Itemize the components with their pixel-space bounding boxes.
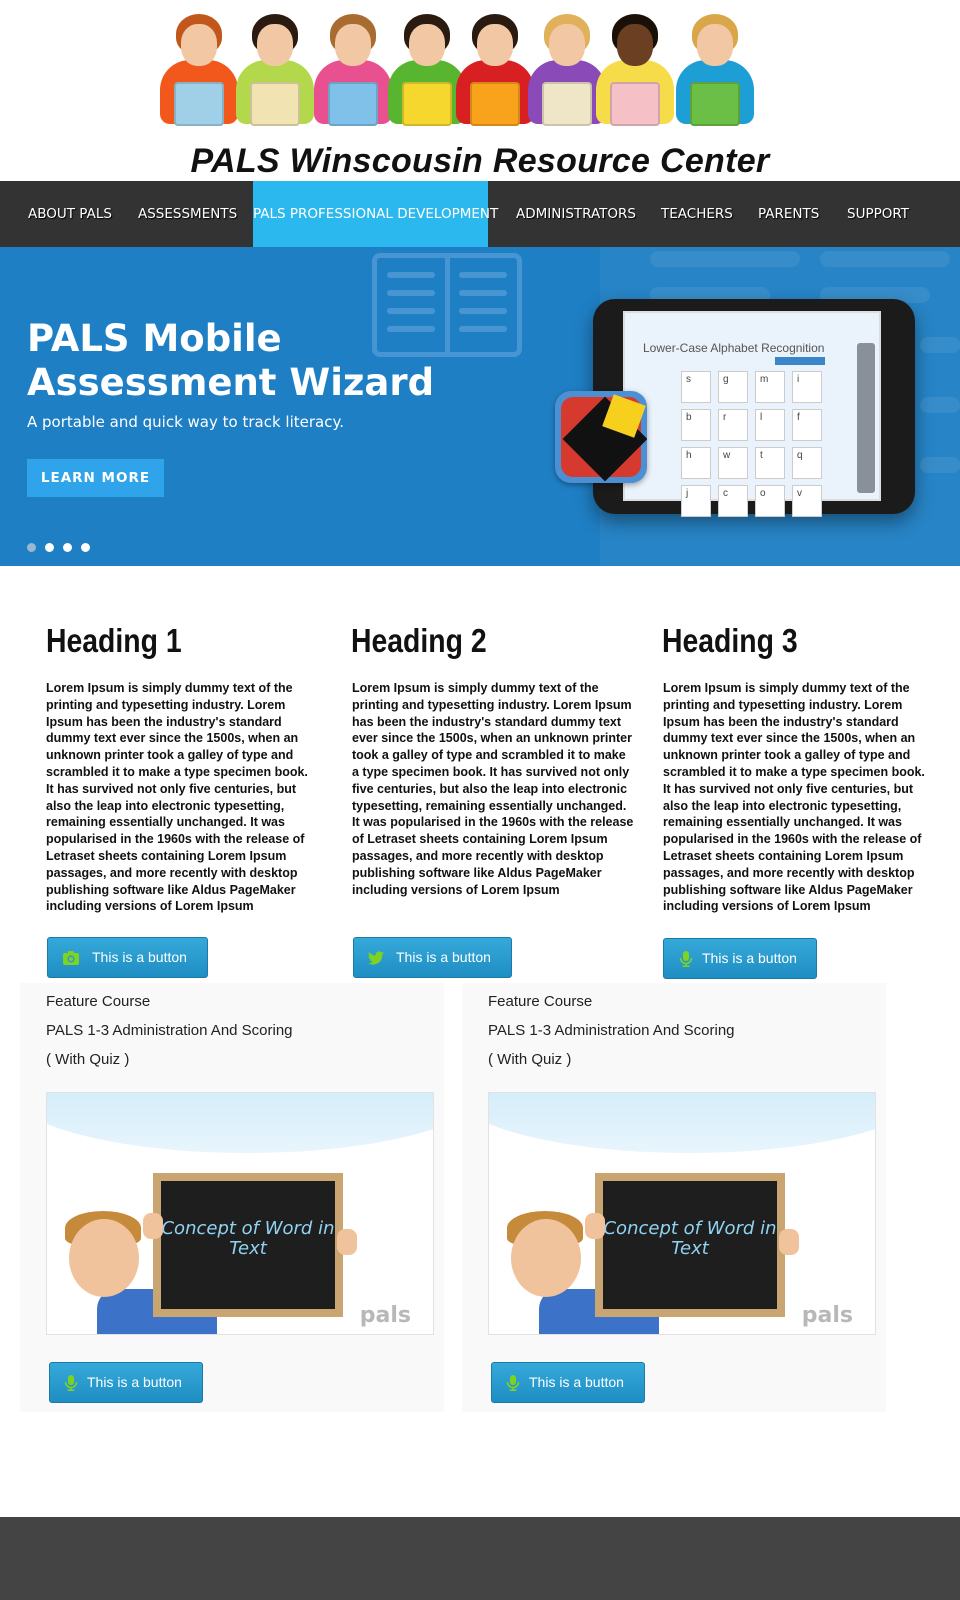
- button-label: This is a button: [529, 1374, 624, 1390]
- letter-cell[interactable]: h: [681, 447, 711, 479]
- letter-cell[interactable]: w: [718, 447, 748, 479]
- slide-dot-3[interactable]: [63, 543, 72, 552]
- column-body-2: Lorem Ipsum is simply dummy text of the …: [352, 681, 634, 897]
- letter-cell[interactable]: l: [755, 409, 785, 441]
- letter-cell[interactable]: i: [792, 371, 822, 403]
- site-title: PALS Winscousin Resource Center: [190, 142, 770, 180]
- feature-course-title[interactable]: PALS 1-3 Administration And Scoring: [488, 1022, 735, 1039]
- hero-title: PALS Mobile Assessment Wizard: [27, 317, 435, 404]
- feature-course-label: Feature Course: [46, 993, 151, 1010]
- hero-background-pattern: [920, 397, 960, 413]
- pals-app-icon: [555, 391, 647, 483]
- column-body-3: Lorem Ipsum is simply dummy text of the …: [663, 681, 925, 914]
- course-thumbnail[interactable]: Concept of Word in Text pals: [488, 1092, 876, 1335]
- nav-item-assessments[interactable]: ASSESSMENTS: [138, 181, 237, 247]
- feature-course-label: Feature Course: [488, 993, 593, 1010]
- letter-cell[interactable]: v: [792, 485, 822, 517]
- button-label: This is a button: [702, 950, 797, 966]
- feature-1-button[interactable]: This is a button: [49, 1362, 203, 1403]
- microphone-icon: [64, 1375, 78, 1391]
- letter-cell[interactable]: q: [792, 447, 822, 479]
- column-body-1: Lorem Ipsum is simply dummy text of the …: [46, 681, 308, 914]
- score-tag: [775, 357, 825, 365]
- letter-cell[interactable]: c: [718, 485, 748, 517]
- letter-cell[interactable]: b: [681, 409, 711, 441]
- kid-figure: [676, 8, 754, 133]
- kid-figure: [596, 8, 674, 133]
- letter-cell[interactable]: r: [718, 409, 748, 441]
- microphone-icon: [506, 1375, 520, 1391]
- slide-dot-2[interactable]: [45, 543, 54, 552]
- chalkboard-text: Concept of Word in Text: [161, 1218, 335, 1259]
- learn-more-button[interactable]: LEARN MORE: [27, 459, 164, 497]
- button-label: This is a button: [92, 949, 187, 965]
- letter-cell[interactable]: s: [681, 371, 711, 403]
- column-2-button[interactable]: This is a button: [353, 937, 512, 978]
- feature-course-note: ( With Quiz ): [488, 1051, 572, 1068]
- letter-cell[interactable]: m: [755, 371, 785, 403]
- letter-cell[interactable]: f: [792, 409, 822, 441]
- feature-course-title[interactable]: PALS 1-3 Administration And Scoring: [46, 1022, 293, 1039]
- hero-background-pattern: [920, 457, 960, 473]
- button-label: This is a button: [396, 949, 491, 965]
- button-label: This is a button: [87, 1374, 182, 1390]
- twitter-icon: [368, 951, 384, 965]
- hero-background-pattern: [820, 251, 950, 267]
- nav-item-parents[interactable]: PARENTS: [758, 181, 819, 247]
- site-footer: [0, 1517, 960, 1600]
- column-1-button[interactable]: This is a button: [47, 937, 208, 978]
- hero-background-pattern: [650, 251, 800, 267]
- nav-item-teachers[interactable]: TEACHERS: [661, 181, 733, 247]
- microphone-icon: [679, 951, 693, 967]
- tablet-screen-title: Lower-Case Alphabet Recognition: [643, 341, 825, 355]
- kid-figure: [456, 8, 534, 133]
- kid-figure: [236, 8, 314, 133]
- page: PALS Winscousin Resource Center ABOUT PA…: [0, 0, 960, 1600]
- chalkboard-text: Concept of Word in Text: [603, 1218, 777, 1259]
- nav-item-support[interactable]: SUPPORT: [847, 181, 909, 247]
- kid-figure: [314, 8, 392, 133]
- letter-cell[interactable]: g: [718, 371, 748, 403]
- chalkboard: Concept of Word in Text: [153, 1173, 343, 1317]
- feature-course-card-2: Feature Course PALS 1-3 Administration A…: [462, 983, 886, 1412]
- letter-cell[interactable]: t: [755, 447, 785, 479]
- column-heading-2: Heading 2: [351, 622, 487, 659]
- site-header: PALS Winscousin Resource Center: [0, 0, 960, 181]
- column-3-button[interactable]: This is a button: [663, 938, 817, 979]
- kid-figure: [388, 8, 466, 133]
- hero-slider: PALS Mobile Assessment Wizard A portable…: [0, 247, 960, 566]
- pals-logo: pals: [801, 1303, 853, 1328]
- main-navigation: ABOUT PALS ASSESSMENTS PALS PROFESSIONAL…: [0, 181, 960, 247]
- tablet-screen: Lower-Case Alphabet Recognition sgmi brlf…: [623, 311, 881, 517]
- kid-figure: [160, 8, 238, 133]
- slide-dot-1[interactable]: [27, 543, 36, 552]
- tablet-tool-rail: [857, 343, 875, 493]
- hero-background-pattern: [920, 337, 960, 353]
- feature-course-note: ( With Quiz ): [46, 1051, 130, 1068]
- column-heading-1: Heading 1: [46, 622, 182, 659]
- camera-icon: [63, 951, 79, 965]
- nav-item-about-pals[interactable]: ABOUT PALS: [28, 181, 112, 247]
- nav-item-pals-professional-development[interactable]: PALS PROFESSIONAL DEVELOPMENT: [253, 181, 498, 247]
- column-heading-3: Heading 3: [662, 622, 798, 659]
- feature-2-button[interactable]: This is a button: [491, 1362, 645, 1403]
- letter-cell[interactable]: j: [681, 485, 711, 517]
- feature-course-card-1: Feature Course PALS 1-3 Administration A…: [20, 983, 444, 1412]
- slide-dot-4[interactable]: [81, 543, 90, 552]
- kid-figure: [528, 8, 606, 133]
- chalkboard: Concept of Word in Text: [595, 1173, 785, 1317]
- hero-subtitle: A portable and quick way to track litera…: [27, 413, 344, 431]
- course-thumbnail[interactable]: Concept of Word in Text pals: [46, 1092, 434, 1335]
- letter-cell[interactable]: o: [755, 485, 785, 517]
- pals-logo: pals: [359, 1303, 411, 1328]
- nav-item-administrators[interactable]: ADMINISTRATORS: [516, 181, 636, 247]
